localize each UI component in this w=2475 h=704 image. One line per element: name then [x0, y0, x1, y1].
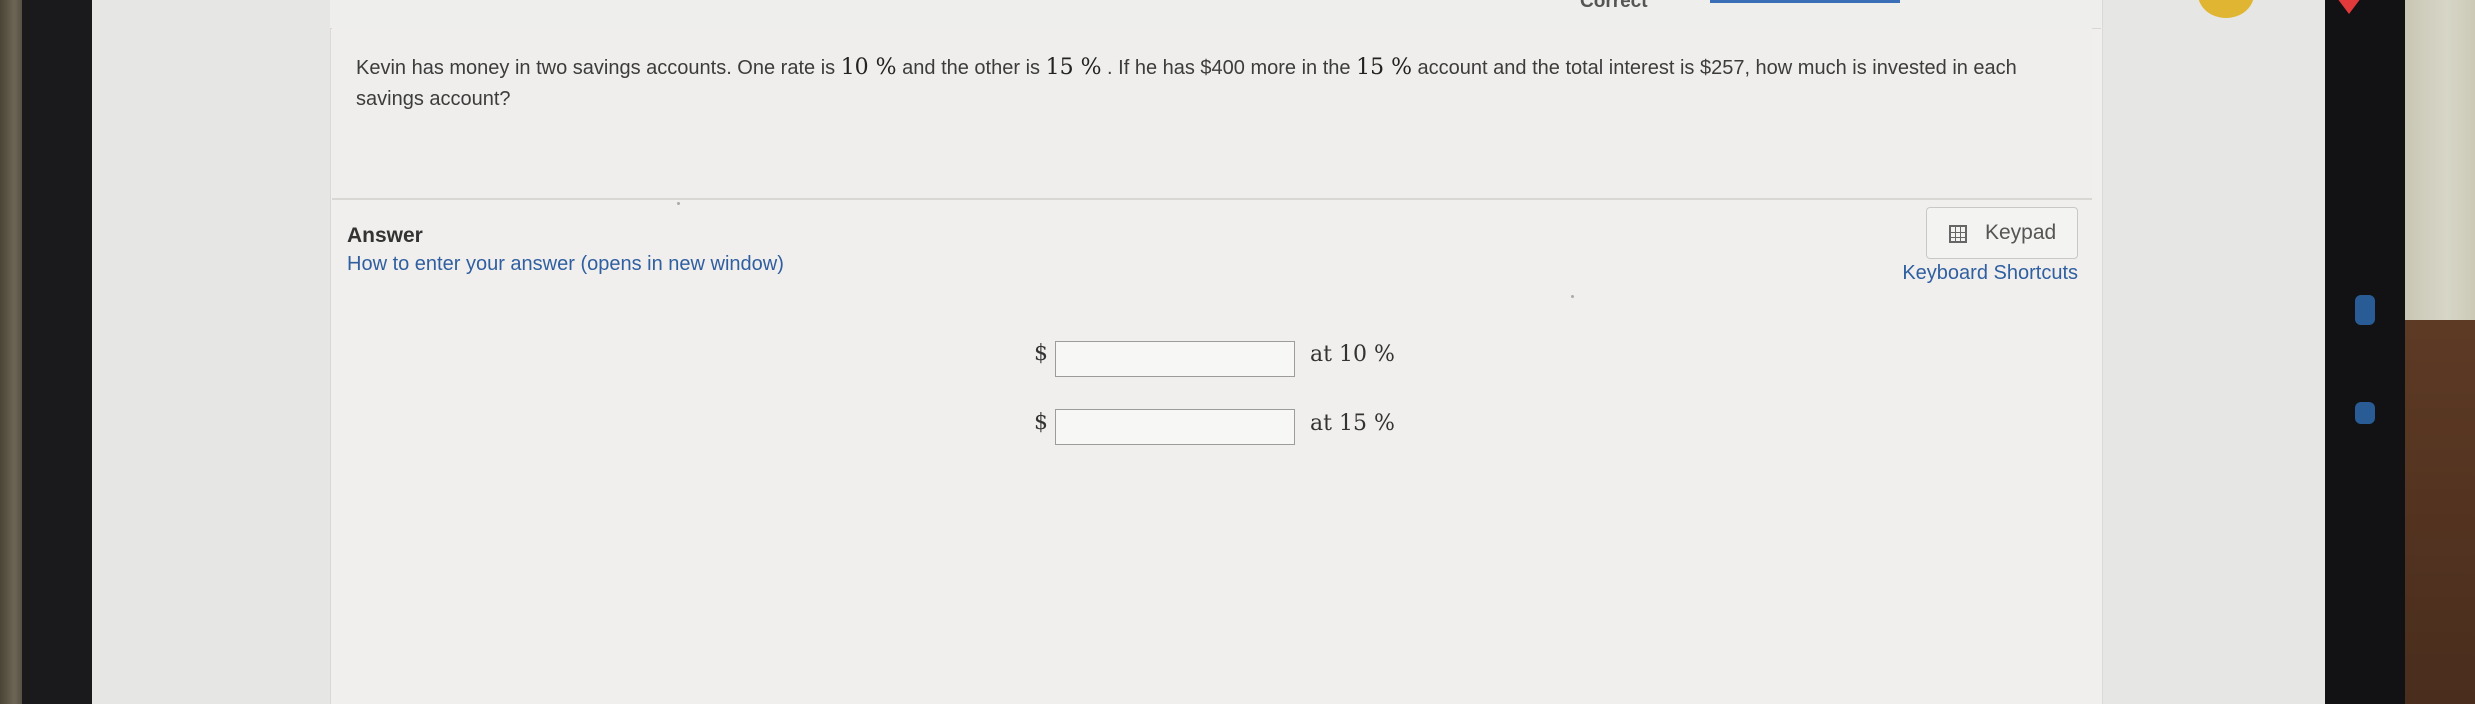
- help-link[interactable]: How to enter your answer (opens in new w…: [347, 253, 784, 276]
- question-text-segment: . If he has $400 more in the: [1101, 57, 1357, 79]
- question-math-value: 15 %: [1356, 55, 1412, 80]
- screen-speck: [1571, 295, 1574, 298]
- question-text-segment: Kevin has money in two savings accounts.…: [356, 57, 841, 79]
- status-tab-label[interactable]: Correct: [1580, 0, 1648, 13]
- screen-speck: [677, 202, 680, 205]
- section-divider: [332, 198, 2092, 200]
- question-math-value: 15 %: [1045, 55, 1102, 80]
- monitor-frame-left: [22, 0, 92, 704]
- question-text: Kevin has money in two savings accounts.…: [356, 52, 2076, 115]
- question-math-value: 10 %: [840, 55, 897, 80]
- amount-input-15-percent[interactable]: [1055, 409, 1295, 445]
- currency-symbol: $: [1034, 341, 1048, 366]
- question-text-segment: and the other is: [896, 57, 1046, 79]
- background-furniture: [2405, 320, 2475, 704]
- keyboard-shortcuts-link[interactable]: Keyboard Shortcuts: [1880, 262, 2078, 285]
- answer-heading: Answer: [347, 224, 423, 247]
- reflection-glow: [2355, 295, 2375, 325]
- keypad-label: Keypad: [1985, 221, 2057, 244]
- top-status-bar: Correct: [330, 0, 2376, 29]
- monitor-frame-right: [2325, 0, 2405, 704]
- keypad-button[interactable]: Keypad: [1926, 207, 2078, 259]
- amount-input-10-percent[interactable]: [1055, 341, 1295, 377]
- keypad-icon: [1949, 225, 1967, 243]
- rate-label-15-percent: at 15 %: [1310, 411, 1395, 436]
- currency-symbol: $: [1034, 410, 1048, 435]
- active-tab-indicator: [1710, 0, 1900, 3]
- rate-label-10-percent: at 10 %: [1310, 342, 1395, 367]
- reflection-glow: [2355, 402, 2375, 424]
